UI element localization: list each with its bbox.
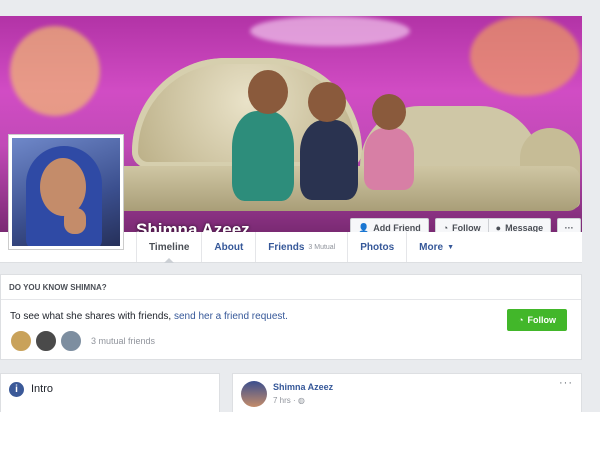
mutual-friend-avatar[interactable] (35, 330, 57, 352)
intro-card: i Intro (0, 373, 220, 412)
send-friend-request-link[interactable]: send her a friend request. (174, 311, 288, 322)
timeline-post: Shimna Azeez 7 hrs · ◍ ··· (232, 373, 582, 412)
do-you-know-card: DO YOU KNOW SHIMNA? To see what she shar… (0, 274, 582, 360)
add-friend-button[interactable]: 👤 Add Friend (350, 218, 429, 232)
tab-label: Photos (360, 241, 395, 253)
mutual-friends: 3 mutual friends (10, 330, 155, 352)
card-title: DO YOU KNOW SHIMNA? (1, 275, 581, 300)
tab-label: More (419, 241, 444, 253)
mutual-count: 3 Mutual (308, 243, 336, 251)
chevron-down-icon: ▼ (447, 243, 454, 251)
prompt-text: To see what she shares with friends, (10, 311, 172, 322)
photo-face (40, 158, 86, 216)
message-button[interactable]: ● Message (488, 218, 552, 232)
photo-hand (64, 208, 86, 234)
message-label: Message (505, 223, 544, 232)
mutual-friend-avatar[interactable] (10, 330, 32, 352)
rss-icon: ◔ (518, 315, 524, 325)
info-icon: i (9, 382, 24, 397)
profile-name[interactable]: Shimna Azeez (136, 220, 250, 232)
rss-icon: ◔ (442, 223, 449, 232)
cover-actions: 👤 Add Friend ◔ Follow ● Message ··· (350, 218, 582, 232)
follow-button-green[interactable]: ◔ Follow (507, 309, 567, 331)
friend-request-prompt: To see what she shares with friends, sen… (10, 311, 288, 322)
profile-picture[interactable] (8, 134, 124, 250)
child-head (248, 70, 288, 114)
child-head (372, 94, 406, 130)
tab-more[interactable]: More ▼ (406, 232, 466, 262)
more-options-label: ··· (564, 223, 574, 232)
child-figure (232, 111, 294, 201)
globe-icon: ◍ (297, 396, 305, 405)
tab-friends[interactable]: Friends 3 Mutual (255, 232, 347, 262)
light-glow (470, 16, 580, 96)
add-friend-icon: 👤 (358, 222, 370, 233)
follow-label: Follow (452, 223, 481, 232)
child-figure (364, 128, 414, 190)
tab-label: About (214, 241, 244, 253)
profile-photo (12, 138, 120, 246)
avatar[interactable] (241, 381, 267, 407)
child-figure (300, 120, 358, 200)
tab-label: Timeline (149, 241, 190, 253)
messenger-icon: ● (495, 223, 502, 232)
more-options-button[interactable]: ··· (557, 218, 582, 232)
tab-timeline[interactable]: Timeline (136, 232, 201, 263)
mutual-friends-link[interactable]: 3 mutual friends (91, 336, 155, 346)
post-timestamp[interactable]: 7 hrs · ◍ (273, 396, 305, 405)
tab-label: Friends (268, 241, 305, 253)
post-options-button[interactable]: ··· (559, 377, 573, 389)
follow-label: Follow (527, 315, 557, 325)
mutual-friend-avatar[interactable] (60, 330, 82, 352)
profile-tabs: Timeline About Friends 3 Mutual Photos M… (136, 232, 466, 263)
profile-page: Shimna Azeez 👤 Add Friend ◔ Follow ● Mes… (0, 0, 600, 412)
tab-about[interactable]: About (201, 232, 255, 262)
intro-title: Intro (31, 383, 54, 395)
follow-button[interactable]: ◔ Follow (434, 218, 489, 232)
tab-photos[interactable]: Photos (347, 232, 406, 262)
child-head (308, 82, 346, 122)
light-glow (10, 26, 100, 116)
post-author[interactable]: Shimna Azeez (273, 382, 333, 392)
follow-message-group: ◔ Follow ● Message (434, 218, 552, 232)
post-time-text: 7 hrs · (273, 396, 296, 405)
light-glow (250, 16, 410, 46)
add-friend-label: Add Friend (373, 223, 421, 232)
